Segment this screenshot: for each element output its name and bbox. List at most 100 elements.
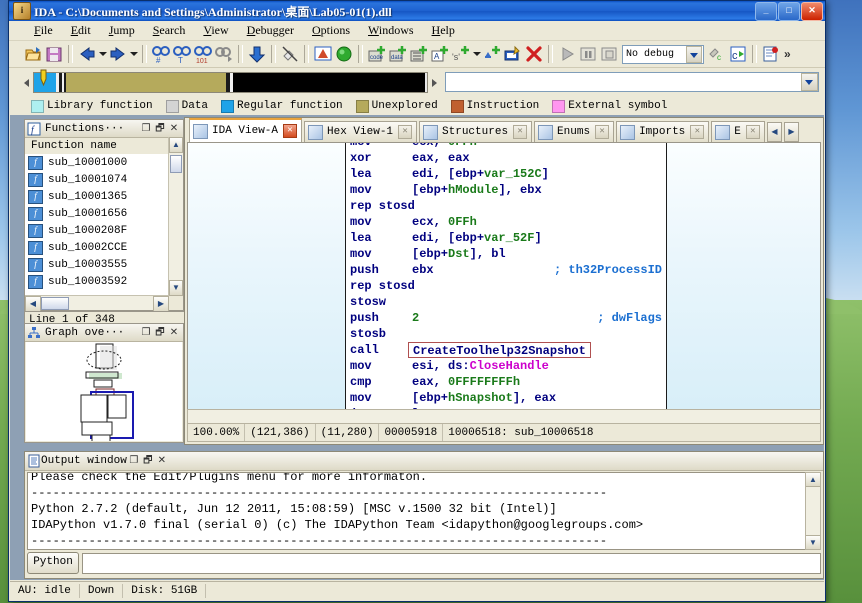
functions-maximize-button[interactable]: 🗗 <box>153 122 167 136</box>
graph-restore-button[interactable]: ❐ <box>139 326 153 340</box>
pause-icon[interactable] <box>578 44 598 64</box>
tab-close-icon[interactable]: ✕ <box>398 125 412 139</box>
make-struct-icon[interactable] <box>409 44 429 64</box>
notes-icon[interactable] <box>761 44 781 64</box>
minimize-button[interactable]: _ <box>755 2 777 21</box>
disassembly-line[interactable]: stosb <box>350 326 666 342</box>
scroll-down-icon[interactable]: ▼ <box>169 280 183 296</box>
disassembly-line[interactable]: movesi, ds:CloseHandle <box>350 358 666 374</box>
forward-history-dropdown-icon[interactable] <box>129 44 138 64</box>
output-restore-button[interactable]: ❐ <box>127 454 141 468</box>
menu-item-debugger[interactable]: Debugger <box>238 21 303 40</box>
menu-item-search[interactable]: Search <box>144 21 195 40</box>
function-list-item[interactable]: fsub_10001365 <box>25 188 169 205</box>
back-arrow-icon[interactable] <box>77 44 97 64</box>
search-binary-icon[interactable]: 101 <box>193 44 213 64</box>
scroll-thumb[interactable] <box>41 297 69 310</box>
delete-icon[interactable] <box>524 44 544 64</box>
functions-vertical-scrollbar[interactable]: ▲ ▼ <box>168 137 183 296</box>
tab-hex-view-1[interactable]: Hex View-1✕ <box>304 121 417 142</box>
disassembly-line[interactable]: stosw <box>350 294 666 310</box>
output-vertical-scrollbar[interactable]: ▲ ▼ <box>805 472 821 550</box>
scroll-up-icon[interactable]: ▲ <box>169 137 183 153</box>
toolbar-overflow-button[interactable]: » <box>782 47 791 61</box>
output-maximize-button[interactable]: 🗗 <box>141 454 155 468</box>
function-list-item[interactable]: fsub_10003555 <box>25 256 169 273</box>
continue-c-icon[interactable]: c <box>728 44 748 64</box>
tab-structures[interactable]: Structures✕ <box>419 121 532 142</box>
tab-e[interactable]: E✕ <box>711 121 765 142</box>
chevron-down-icon[interactable] <box>686 46 702 63</box>
down-arrow-icon[interactable] <box>247 44 267 64</box>
no-link-icon[interactable] <box>280 44 300 64</box>
disassembly-line[interactable]: rep stosd <box>350 198 666 214</box>
jump-address-combo[interactable] <box>445 72 819 92</box>
tab-imports[interactable]: Imports✕ <box>616 121 709 142</box>
tab-close-icon[interactable]: ✕ <box>690 125 704 139</box>
disassembly-line[interactable]: xoreax, eax <box>350 150 666 166</box>
forward-arrow-icon[interactable] <box>108 44 128 64</box>
tab-scroll-right-icon[interactable]: ▶ <box>784 122 799 142</box>
disassembly-line[interactable]: mov[ebp+Dst], bl <box>350 246 666 262</box>
operand-api[interactable]: CloseHandle <box>470 359 549 373</box>
menu-item-help[interactable]: Help <box>423 21 464 40</box>
run-icon[interactable] <box>557 44 577 64</box>
function-list-item[interactable]: fsub_10001074 <box>25 171 169 188</box>
tab-ida-view-a[interactable]: IDA View-A✕ <box>189 118 302 142</box>
operand-fname[interactable]: CreateToolhelp32Snapshot <box>413 344 586 358</box>
back-history-dropdown-icon[interactable] <box>98 44 107 64</box>
step-c-icon[interactable]: c <box>707 44 727 64</box>
scroll-up-icon[interactable]: ▲ <box>806 473 820 487</box>
function-list-item[interactable]: fsub_10002CCE <box>25 239 169 256</box>
output-log[interactable]: 火星信息安全研究院 http://www.h4ck.org.cn Please … <box>27 472 807 550</box>
graph-overview-canvas[interactable] <box>26 342 182 441</box>
tab-close-icon[interactable]: ✕ <box>283 124 297 138</box>
disassembly-line[interactable]: movecx, 0FFh <box>350 142 666 150</box>
disassembly-line[interactable]: leaedi, [ebp+var_152C] <box>350 166 666 182</box>
tab-enums[interactable]: Enums✕ <box>534 121 614 142</box>
make-array-icon[interactable] <box>482 44 502 64</box>
graph-close-button[interactable]: ✕ <box>167 326 181 340</box>
tab-close-icon[interactable]: ✕ <box>513 125 527 139</box>
function-list-item[interactable]: fsub_10003592 <box>25 273 169 290</box>
scroll-right-icon[interactable]: ▶ <box>153 296 169 312</box>
menu-item-view[interactable]: View <box>194 21 237 40</box>
close-button[interactable]: ✕ <box>801 2 823 21</box>
maximize-button[interactable]: □ <box>778 2 800 21</box>
tab-close-icon[interactable]: ✕ <box>746 125 760 139</box>
disassembly-line[interactable]: rep stosd <box>350 278 666 294</box>
functions-list[interactable]: fsub_10001000fsub_10001074fsub_10001365f… <box>25 154 169 296</box>
edit-function-icon[interactable] <box>503 44 523 64</box>
function-list-item[interactable]: fsub_1000208F <box>25 222 169 239</box>
open-file-icon[interactable] <box>23 44 43 64</box>
functions-restore-button[interactable]: ❐ <box>139 122 153 136</box>
python-input[interactable] <box>82 553 821 574</box>
disassembly-line[interactable]: mov[ebp+hModule], ebx <box>350 182 666 198</box>
disassembly-line[interactable]: mov[ebp+hSnapshot], eax <box>350 390 666 406</box>
navigator-band[interactable] <box>33 72 428 93</box>
scroll-left-icon[interactable]: ◀ <box>25 296 41 312</box>
menu-item-jump[interactable]: Jump <box>100 21 144 40</box>
search-text-icon[interactable]: T <box>172 44 192 64</box>
menu-item-edit[interactable]: Edit <box>62 21 100 40</box>
scroll-thumb[interactable] <box>170 155 182 173</box>
make-data-icon[interactable]: data <box>388 44 408 64</box>
nav-scroll-left-icon[interactable] <box>23 74 30 91</box>
function-list-item[interactable]: fsub_10001656 <box>25 205 169 222</box>
ida-view-a-graph[interactable]: movecx, 0FFhxoreax, eaxleaedi, [ebp+var_… <box>187 142 821 427</box>
disassembly-line[interactable]: cmpeax, 0FFFFFFFFh <box>350 374 666 390</box>
output-close-button[interactable]: ✕ <box>155 454 169 468</box>
disassembly-line[interactable]: pushebx; th32ProcessID <box>350 262 666 278</box>
function-list-item[interactable]: fsub_10001000 <box>25 154 169 171</box>
stop-icon[interactable] <box>599 44 619 64</box>
python-button[interactable]: Python <box>27 552 79 574</box>
make-ascii-icon[interactable]: A <box>430 44 450 64</box>
graph-horizontal-scrollbar[interactable] <box>187 409 821 424</box>
functions-horizontal-scrollbar[interactable]: ◀ ▶ <box>25 295 169 310</box>
debug-mode-select[interactable]: No debug <box>622 45 704 64</box>
disassembly-line[interactable]: leaedi, [ebp+var_52F] <box>350 230 666 246</box>
scroll-down-icon[interactable]: ▼ <box>806 535 820 549</box>
make-string-icon[interactable]: 's' <box>451 44 471 64</box>
chevron-down-icon[interactable] <box>801 73 818 91</box>
menu-item-options[interactable]: Options <box>303 21 359 40</box>
